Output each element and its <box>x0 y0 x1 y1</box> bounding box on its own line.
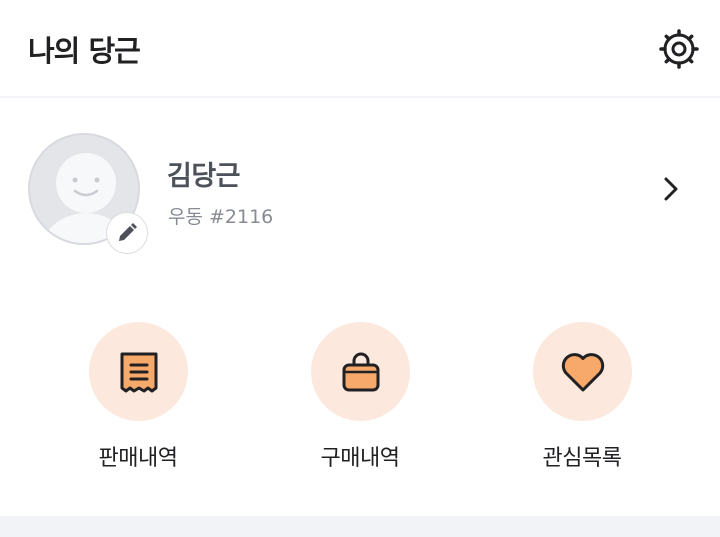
activity-menu: 판매내역 구매내역 관심목록 <box>0 322 720 472</box>
purchase-history-label: 구매내역 <box>320 446 400 471</box>
chevron-right-icon[interactable] <box>660 176 682 202</box>
profile-location: 우동 #2116 <box>168 206 274 228</box>
profile-card[interactable]: 김당근 우동 #2116 <box>0 100 720 276</box>
edit-avatar-button[interactable] <box>106 212 148 254</box>
heart-icon <box>561 352 604 391</box>
settings-gear-icon[interactable] <box>658 28 700 70</box>
purchase-history-button[interactable]: 구매내역 <box>270 322 450 472</box>
pencil-icon <box>119 223 137 241</box>
app-header: 나의 당근 <box>0 0 720 98</box>
sales-history-label: 판매내역 <box>98 446 178 471</box>
section-divider <box>0 516 720 537</box>
receipt-icon <box>120 352 157 392</box>
purchase-history-icon-bg <box>311 322 410 421</box>
watchlist-button[interactable]: 관심목록 <box>492 322 672 472</box>
watchlist-label: 관심목록 <box>542 446 622 471</box>
shopping-bag-icon <box>342 352 379 391</box>
sales-history-icon-bg <box>89 322 188 421</box>
page-title: 나의 당근 <box>28 34 141 68</box>
watchlist-icon-bg <box>533 322 632 421</box>
profile-name: 김당근 <box>167 161 241 192</box>
sales-history-button[interactable]: 판매내역 <box>48 322 228 472</box>
